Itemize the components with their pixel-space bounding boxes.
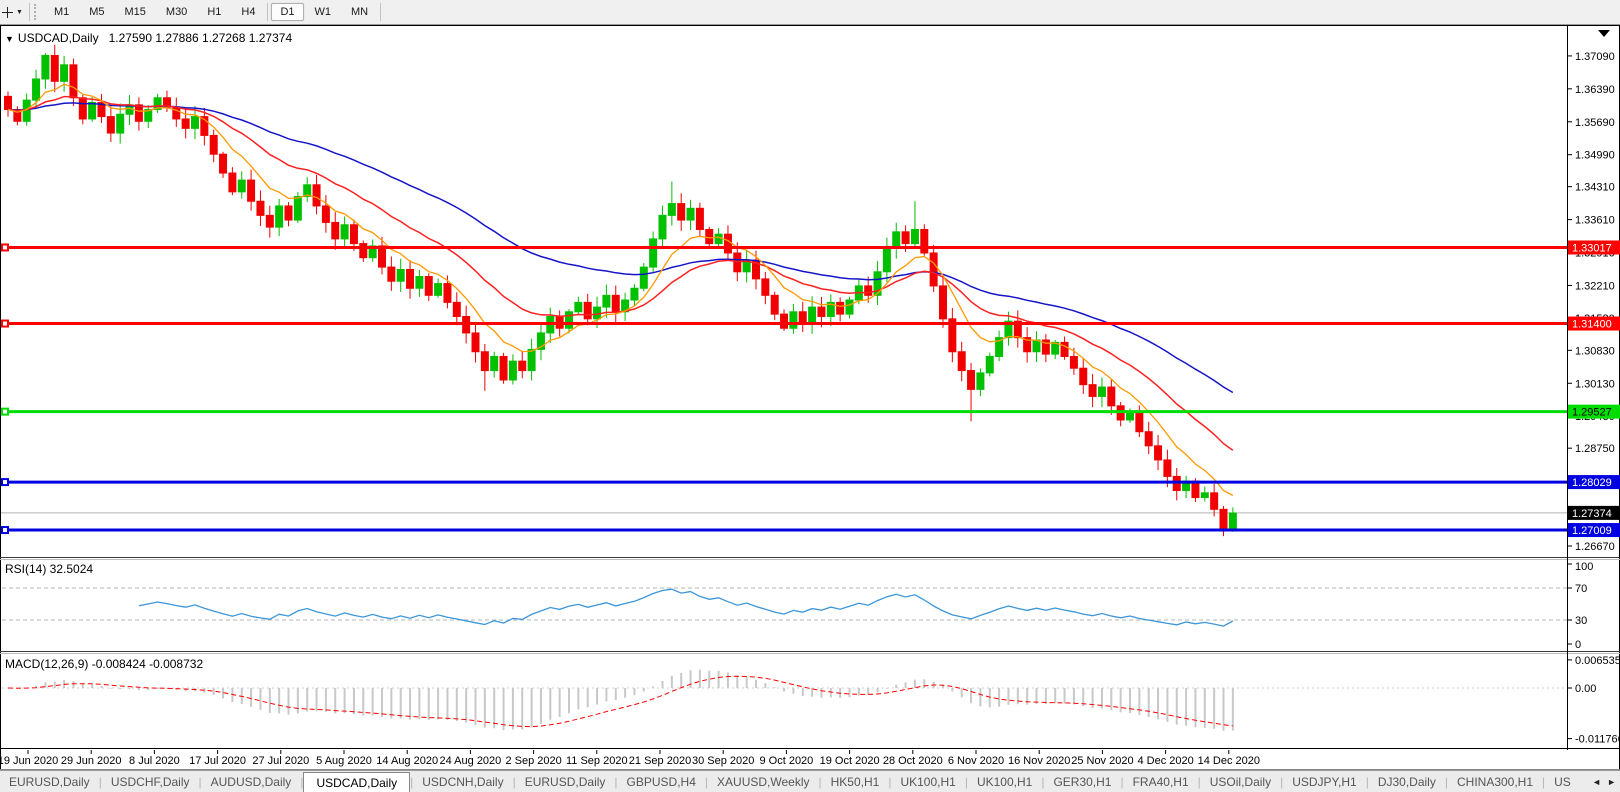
svg-text:1.33017: 1.33017	[1572, 242, 1612, 254]
ohlc-values: 1.27590 1.27886 1.27268 1.27374	[108, 31, 293, 45]
svg-text:30 Sep 2020: 30 Sep 2020	[692, 755, 754, 767]
svg-text:0.006535: 0.006535	[1575, 655, 1620, 667]
scroll-left-icon[interactable]: ◄	[1592, 777, 1601, 787]
macd-indicator-label: MACD(12,26,9) -0.008424 -0.008732	[5, 657, 204, 671]
svg-text:1.27374: 1.27374	[1572, 508, 1612, 520]
svg-text:30: 30	[1575, 615, 1587, 627]
timeframe-H4[interactable]: H4	[232, 3, 264, 21]
svg-text:1.35690: 1.35690	[1575, 117, 1615, 129]
symbol-label: USDCAD,Daily	[17, 31, 99, 45]
svg-text:14 Dec 2020: 14 Dec 2020	[1198, 755, 1260, 767]
toolbar-separator	[28, 3, 30, 21]
cursor-tool-icon[interactable]: ▼	[0, 2, 27, 22]
tab-fra40-h1[interactable]: FRA40,H1	[1124, 773, 1198, 791]
svg-text:1.34990: 1.34990	[1575, 150, 1615, 162]
tab-scroll-arrows: ◄ ►	[1588, 777, 1620, 787]
svg-text:5 Aug 2020: 5 Aug 2020	[316, 755, 372, 767]
timeframe-M15[interactable]: M15	[116, 3, 155, 21]
svg-text:14 Aug 2020: 14 Aug 2020	[376, 755, 438, 767]
svg-text:25 Nov 2020: 25 Nov 2020	[1071, 755, 1133, 767]
tab-usdchf-daily[interactable]: USDCHF,Daily	[102, 773, 199, 791]
tab-eurusd-daily[interactable]: EURUSD,Daily	[0, 773, 99, 791]
timeframe-H1[interactable]: H1	[198, 3, 230, 21]
chart-frame	[0, 25, 1620, 770]
tab-gbpusd-h4[interactable]: GBPUSD,H4	[618, 773, 705, 791]
timeframe-M5[interactable]: M5	[80, 3, 113, 21]
svg-text:29 Jun 2020: 29 Jun 2020	[61, 755, 122, 767]
svg-text:8 Jul 2020: 8 Jul 2020	[129, 755, 180, 767]
tab-hk50-h1[interactable]: HK50,H1	[822, 773, 889, 791]
svg-text:19 Jun 2020: 19 Jun 2020	[0, 755, 58, 767]
svg-text:1.37090: 1.37090	[1575, 51, 1615, 63]
svg-text:2 Sep 2020: 2 Sep 2020	[505, 755, 561, 767]
svg-text:4 Dec 2020: 4 Dec 2020	[1137, 755, 1193, 767]
tab-china300-h1[interactable]: CHINA300,H1	[1448, 773, 1542, 791]
toolbar-separator	[267, 3, 269, 21]
tab-ger30-h1[interactable]: GER30,H1	[1044, 773, 1120, 791]
symbol-tab-bar: EURUSD,Daily | USDCHF,Daily | AUDUSD,Daily | U…	[0, 770, 1620, 792]
timeframe-toolbar: ▼ M1 M5 M15 M30 H1 H4 D1 W1 MN	[0, 0, 1620, 25]
timeframe-D1[interactable]: D1	[271, 3, 304, 21]
svg-text:1.34310: 1.34310	[1575, 182, 1615, 194]
svg-text:9 Oct 2020: 9 Oct 2020	[759, 755, 813, 767]
tab-uk100-h1[interactable]: UK100,H1	[891, 773, 964, 791]
svg-text:1.32210: 1.32210	[1575, 280, 1615, 292]
svg-text:21 Sep 2020: 21 Sep 2020	[629, 755, 691, 767]
svg-text:11 Sep 2020: 11 Sep 2020	[566, 755, 628, 767]
svg-text:0.00: 0.00	[1575, 683, 1596, 695]
toolbar-separator	[380, 3, 382, 21]
svg-text:28 Oct 2020: 28 Oct 2020	[883, 755, 943, 767]
svg-text:1.29527: 1.29527	[1572, 407, 1612, 419]
chevron-down-icon: ▼	[16, 8, 23, 16]
svg-text:16 Nov 2020: 16 Nov 2020	[1008, 755, 1070, 767]
tab-overflow[interactable]: US	[1545, 773, 1571, 791]
timeframe-W1[interactable]: W1	[306, 3, 341, 21]
svg-text:27 Jul 2020: 27 Jul 2020	[252, 755, 309, 767]
svg-text:1.33610: 1.33610	[1575, 215, 1615, 227]
collapse-icon[interactable]: ▼	[5, 34, 14, 44]
svg-text:1.28029: 1.28029	[1572, 477, 1612, 489]
rsi-indicator-label: RSI(14) 32.5024	[5, 562, 94, 576]
svg-text:1.26670: 1.26670	[1575, 541, 1615, 553]
svg-text:-0.011766: -0.011766	[1575, 734, 1620, 746]
svg-text:24 Aug 2020: 24 Aug 2020	[440, 755, 502, 767]
svg-text:1.28750: 1.28750	[1575, 443, 1615, 455]
svg-text:100: 100	[1575, 561, 1593, 573]
timeframe-M30[interactable]: M30	[157, 3, 196, 21]
svg-text:19 Oct 2020: 19 Oct 2020	[820, 755, 880, 767]
timeframe-M1[interactable]: M1	[45, 3, 78, 21]
svg-text:1.30130: 1.30130	[1575, 378, 1615, 390]
tab-uk100-h1[interactable]: UK100,H1	[968, 773, 1041, 791]
svg-text:1.27009: 1.27009	[1572, 525, 1612, 537]
tab-usdjpy-h1[interactable]: USDJPY,H1	[1283, 773, 1365, 791]
mt4-terminal: ▼ M1 M5 M15 M30 H1 H4 D1 W1 MN 1.37090 1.36390 1.3…	[0, 0, 1620, 792]
tab-usdcnh-daily[interactable]: USDCNH,Daily	[413, 773, 512, 791]
svg-text:6 Nov 2020: 6 Nov 2020	[948, 755, 1004, 767]
svg-text:0: 0	[1575, 639, 1581, 651]
svg-text:70: 70	[1575, 583, 1587, 595]
svg-text:1.36390: 1.36390	[1575, 84, 1615, 96]
svg-text:17 Jul 2020: 17 Jul 2020	[189, 755, 246, 767]
toolbar-grip[interactable]	[33, 4, 40, 20]
tab-usoil-daily[interactable]: USOil,Daily	[1201, 773, 1280, 791]
crosshair-icon	[2, 6, 13, 18]
chart-canvas[interactable]: 1.37090 1.36390 1.35690 1.34990 1.34310 1.336…	[0, 0, 1620, 770]
chart-title: ▼ USDCAD,Daily 1.27590 1.27886 1.27268 1.2…	[5, 31, 292, 45]
svg-text:1.31400: 1.31400	[1572, 319, 1612, 331]
tab-audusd-daily[interactable]: AUDUSD,Daily	[202, 773, 301, 791]
timeframe-buttons: M1 M5 M15 M30 H1 H4 D1 W1 MN	[44, 0, 383, 24]
tab-xauusd-weekly[interactable]: XAUUSD,Weekly	[708, 773, 818, 791]
tab-usdcad-daily[interactable]: USDCAD,Daily	[303, 771, 411, 792]
svg-text:1.30830: 1.30830	[1575, 345, 1615, 357]
tab-dj30-daily[interactable]: DJ30,Daily	[1369, 773, 1445, 791]
scroll-right-icon[interactable]: ►	[1607, 777, 1616, 787]
timeframe-MN[interactable]: MN	[342, 3, 377, 21]
tab-eurusd-daily[interactable]: EURUSD,Daily	[516, 773, 615, 791]
